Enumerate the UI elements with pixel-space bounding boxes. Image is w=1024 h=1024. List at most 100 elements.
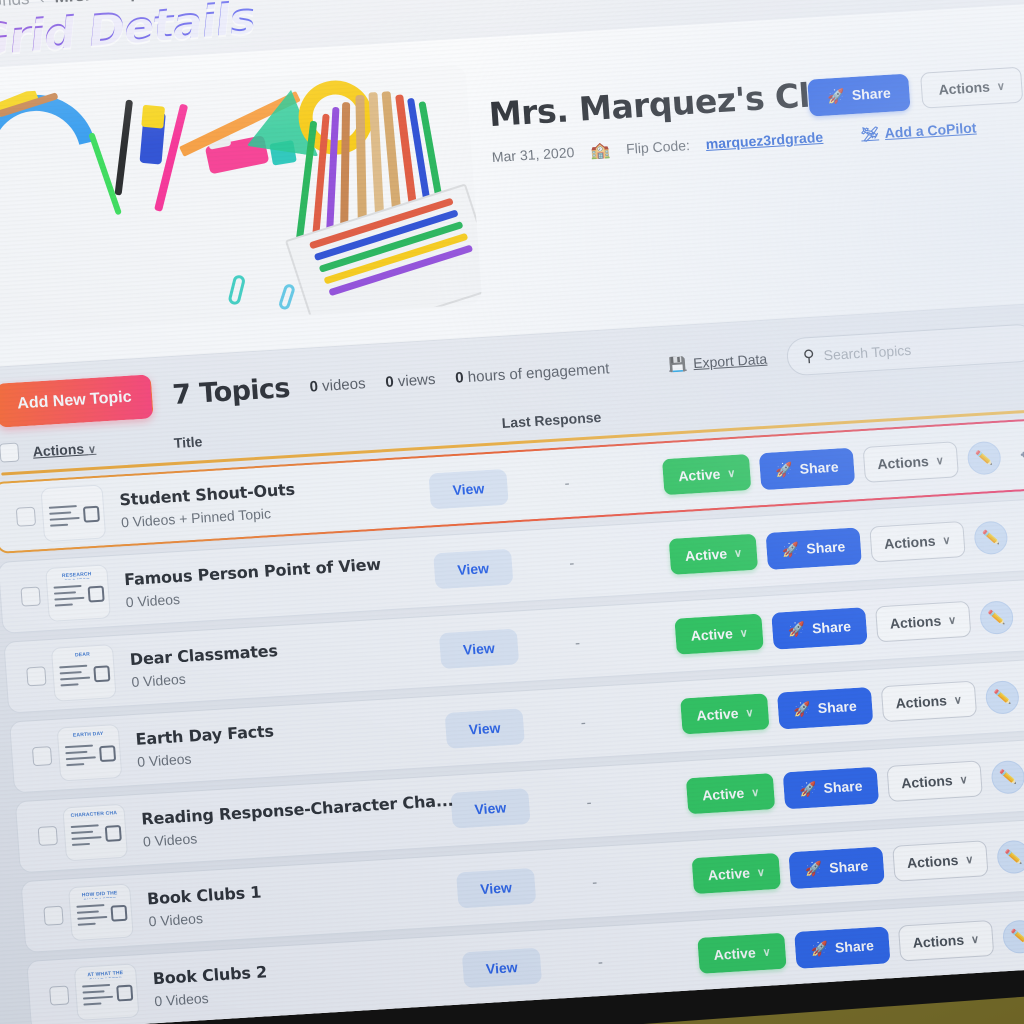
row-spacer bbox=[655, 876, 693, 878]
row-spacer bbox=[660, 956, 698, 958]
engagement-stat: 0 hours of engagement bbox=[455, 360, 610, 386]
select-all-checkbox[interactable] bbox=[0, 442, 20, 463]
chevron-left-icon: ‹ bbox=[39, 0, 45, 7]
videos-count: 0 bbox=[309, 377, 319, 396]
add-new-topic-button[interactable]: Add New Topic bbox=[0, 374, 155, 428]
rocket-icon: 🚀 bbox=[826, 86, 846, 104]
topic-info: Famous Person Point of View 0 Videos bbox=[124, 552, 426, 611]
row-edit-button[interactable]: ✏️ bbox=[966, 440, 1002, 476]
row-share-button[interactable]: 🚀 Share bbox=[788, 846, 885, 889]
topic-info: Earth Day Facts 0 Videos bbox=[135, 712, 437, 769]
copilot-icon: 🛩 bbox=[860, 124, 880, 143]
drag-handle-icon[interactable]: ✥ bbox=[1017, 523, 1024, 546]
topic-thumbnail: AT WHAT THE CHARACTER bbox=[73, 963, 140, 1021]
row-edit-button[interactable]: ✏️ bbox=[990, 759, 1024, 795]
row-share-button[interactable]: 🚀 Share bbox=[794, 925, 891, 969]
share-label: Share bbox=[817, 697, 858, 717]
status-dropdown[interactable]: Active ∨ bbox=[668, 533, 759, 575]
row-actions-label: Actions bbox=[912, 931, 965, 951]
row-checkbox[interactable] bbox=[48, 985, 69, 1006]
row-share-button[interactable]: 🚀 Share bbox=[771, 606, 868, 650]
topics-section: Add New Topic 7 Topics 0 videos 0 views … bbox=[0, 302, 1024, 1024]
view-button[interactable]: View bbox=[444, 708, 525, 749]
search-icon: ⚲ bbox=[802, 347, 816, 366]
chevron-down-icon: ∨ bbox=[942, 534, 951, 547]
row-actions-label: Actions bbox=[876, 453, 930, 473]
school-icon: 🏫 bbox=[589, 141, 611, 161]
row-actions-dropdown[interactable]: Actions ∨ bbox=[886, 760, 983, 803]
status-dropdown[interactable]: Active ∨ bbox=[674, 613, 765, 655]
status-dropdown[interactable]: Active ∨ bbox=[685, 773, 776, 815]
thumbnail-caption: DEAR bbox=[74, 651, 91, 659]
bulk-actions-dropdown[interactable]: Actions ∨ bbox=[32, 439, 96, 459]
row-checkbox[interactable] bbox=[31, 745, 52, 766]
row-checkbox[interactable] bbox=[19, 586, 41, 607]
hours-count: 0 bbox=[454, 368, 465, 387]
views-count: 0 bbox=[384, 373, 395, 391]
share-label: Share bbox=[811, 618, 852, 637]
view-button[interactable]: View bbox=[455, 867, 537, 909]
row-spacer bbox=[637, 637, 675, 639]
row-share-button[interactable]: 🚀 Share bbox=[758, 447, 855, 490]
row-actions-label: Actions bbox=[906, 851, 959, 872]
status-dropdown[interactable]: Active ∨ bbox=[680, 693, 770, 735]
grid-action-buttons: 🚀 Share Actions ∨ ✏️ bbox=[807, 61, 1024, 117]
row-edit-button[interactable]: ✏️ bbox=[978, 599, 1015, 635]
row-edit-button[interactable]: ✏️ bbox=[996, 839, 1024, 874]
row-edit-button[interactable]: ✏️ bbox=[1001, 918, 1024, 954]
row-actions-dropdown[interactable]: Actions ∨ bbox=[897, 919, 995, 962]
drag-handle-icon[interactable]: ✥ bbox=[1010, 443, 1024, 466]
monitor-photo: Disco Library Shorts My Grids ‹ Mrs. Mar… bbox=[0, 0, 1024, 1024]
search-input[interactable] bbox=[823, 335, 1022, 364]
last-response-value: - bbox=[597, 953, 604, 971]
status-label: Active bbox=[690, 625, 734, 644]
row-controls: Active∨🚀ShareActions∨✏️✥ bbox=[691, 834, 1024, 895]
bulk-actions-label: Actions bbox=[32, 440, 85, 460]
row-spacer bbox=[632, 557, 670, 559]
row-share-button[interactable]: 🚀 Share bbox=[782, 766, 879, 809]
row-actions-dropdown[interactable]: Actions ∨ bbox=[874, 600, 972, 643]
row-actions-label: Actions bbox=[883, 532, 936, 552]
share-button[interactable]: 🚀 Share bbox=[807, 73, 911, 117]
status-dropdown[interactable]: Active ∨ bbox=[691, 852, 782, 895]
row-edit-button[interactable]: ✏️ bbox=[984, 679, 1020, 715]
status-dropdown[interactable]: Active ∨ bbox=[662, 453, 752, 496]
view-button[interactable]: View bbox=[433, 548, 514, 590]
row-spacer bbox=[649, 796, 687, 798]
row-actions-dropdown[interactable]: Actions ∨ bbox=[891, 840, 989, 882]
row-checkbox[interactable] bbox=[15, 506, 36, 527]
flip-grid-details-page: Disco Library Shorts My Grids ‹ Mrs. Mar… bbox=[0, 0, 1024, 1024]
view-button[interactable]: View bbox=[438, 628, 519, 670]
status-dropdown[interactable]: Active ∨ bbox=[697, 932, 787, 974]
row-actions-dropdown[interactable]: Actions ∨ bbox=[868, 520, 966, 563]
row-checkbox-wrap bbox=[12, 586, 47, 607]
grid-actions-dropdown[interactable]: Actions ∨ bbox=[920, 66, 1024, 109]
row-actions-dropdown[interactable]: Actions ∨ bbox=[862, 441, 959, 483]
chevron-down-icon: ∨ bbox=[970, 933, 980, 946]
view-button[interactable]: View bbox=[428, 468, 509, 510]
row-checkbox[interactable] bbox=[25, 665, 47, 686]
row-checkbox[interactable] bbox=[42, 905, 64, 926]
chevron-down-icon: ∨ bbox=[996, 80, 1006, 93]
add-copilot-button[interactable]: 🛩 Add a CoPilot bbox=[860, 119, 977, 143]
pencil-icon: ✏️ bbox=[993, 687, 1012, 705]
row-actions-dropdown[interactable]: Actions ∨ bbox=[880, 680, 978, 723]
row-checkbox-wrap bbox=[35, 905, 70, 926]
row-checkbox[interactable] bbox=[37, 825, 58, 846]
row-controls: Active∨🚀ShareActions∨✏️✥ bbox=[674, 595, 1024, 655]
chevron-down-icon: ∨ bbox=[750, 786, 760, 799]
view-button[interactable]: View bbox=[450, 788, 531, 829]
row-share-button[interactable]: 🚀 Share bbox=[765, 526, 862, 570]
flip-code-link[interactable]: marquez3rdgrade bbox=[705, 129, 823, 152]
row-actions-label: Actions bbox=[889, 612, 942, 632]
export-data-button[interactable]: 💾 Export Data bbox=[668, 350, 767, 373]
pencil-icon: ✏️ bbox=[1004, 847, 1023, 865]
row-edit-button[interactable]: ✏️ bbox=[973, 519, 1009, 555]
status-label: Active bbox=[695, 705, 740, 724]
view-button[interactable]: View bbox=[461, 947, 542, 989]
pencil-icon: ✏️ bbox=[998, 767, 1018, 785]
hours-label: hours of engagement bbox=[467, 359, 610, 386]
row-share-button[interactable]: 🚀 Share bbox=[777, 686, 873, 730]
search-topics-container[interactable]: ⚲ bbox=[785, 323, 1024, 377]
